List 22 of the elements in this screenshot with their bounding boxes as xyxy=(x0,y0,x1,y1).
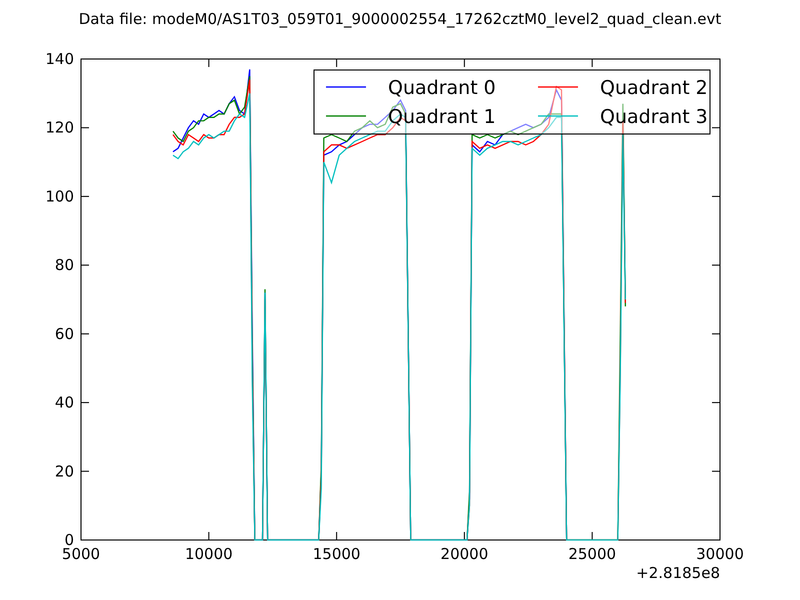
axis-offset-label: +2.8185e8 xyxy=(636,564,720,582)
legend-line-icon xyxy=(538,86,578,88)
tick-label: 140 xyxy=(45,50,74,68)
legend-line-icon xyxy=(326,115,366,117)
chart-title: Data file: modeM0/AS1T03_059T01_9000002554_17262cztM0_level2_quad_clean.evt xyxy=(78,10,722,28)
tick-label: 25000 xyxy=(568,545,616,563)
tick-label: 30000 xyxy=(696,545,744,563)
tick-label: 100 xyxy=(45,187,74,206)
legend-line-icon xyxy=(538,115,578,117)
tick-label: 40 xyxy=(54,394,74,412)
tick-label: 80 xyxy=(54,256,74,274)
tick-label: 10000 xyxy=(184,545,233,563)
tick-label: 15000 xyxy=(312,545,360,563)
legend-label: Quadrant 2 xyxy=(600,77,708,99)
legend-line-icon xyxy=(326,86,366,88)
tick-label: 120 xyxy=(45,118,74,137)
legend-label: Quadrant 3 xyxy=(600,106,708,128)
legend-label: Quadrant 1 xyxy=(388,106,496,128)
legend-label: Quadrant 0 xyxy=(388,77,496,99)
tick-label: 60 xyxy=(54,324,74,343)
tick-label: 20 xyxy=(54,462,74,480)
tick-label: 20000 xyxy=(440,545,488,563)
